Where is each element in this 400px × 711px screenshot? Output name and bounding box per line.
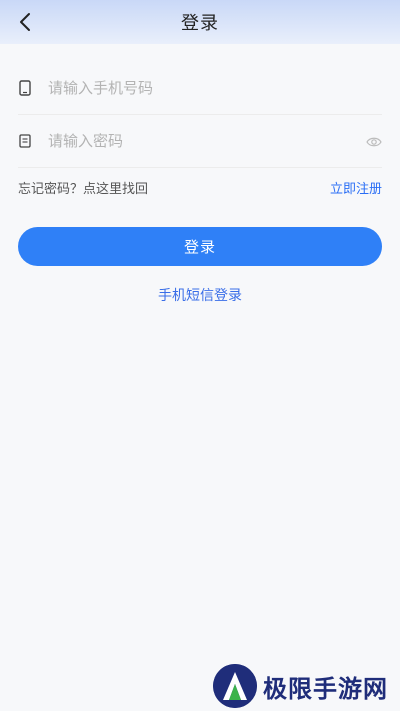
password-row (18, 115, 382, 168)
phone-icon (18, 80, 32, 96)
form-links: 忘记密码？点这里找回 立即注册 (18, 178, 382, 197)
register-link[interactable]: 立即注册 (330, 178, 382, 197)
watermark-logo-icon (213, 664, 257, 708)
password-input[interactable] (46, 131, 382, 151)
phone-input[interactable] (46, 78, 382, 98)
lock-doc-icon (18, 133, 32, 149)
back-button[interactable] (14, 10, 36, 34)
login-button[interactable]: 登录 (18, 227, 382, 266)
sms-login-link[interactable]: 手机短信登录 (0, 285, 400, 305)
watermark-text: 极限手游网 (263, 673, 388, 703)
chevron-left-icon (20, 13, 30, 31)
watermark: 极限手游网 (213, 663, 388, 709)
login-form (18, 62, 382, 168)
eye-icon[interactable] (366, 133, 382, 147)
page-title: 登录 (181, 13, 219, 34)
forgot-password-link[interactable]: 忘记密码？点这里找回 (18, 178, 148, 197)
header-bar: 登录 (0, 0, 400, 44)
phone-row (18, 62, 382, 115)
